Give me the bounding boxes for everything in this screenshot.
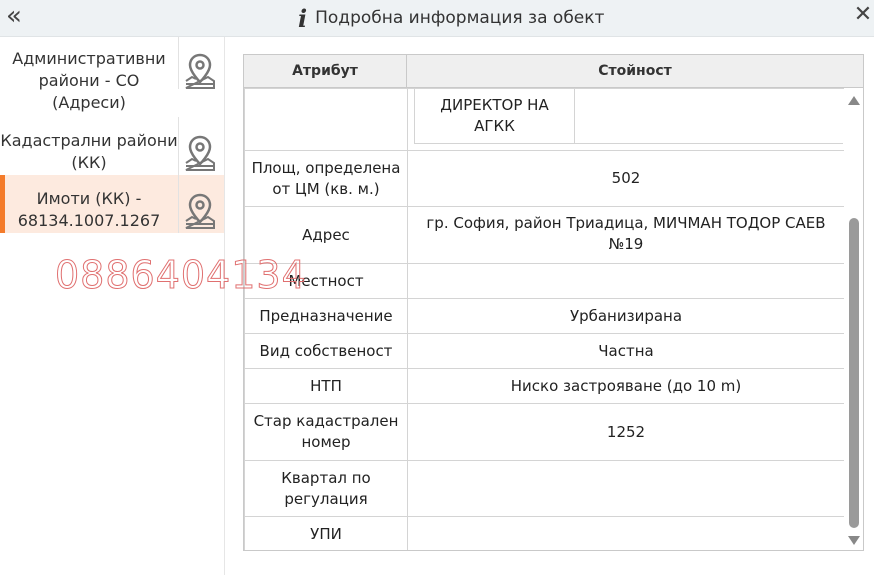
attribute-cell: НТП: [244, 368, 408, 404]
value-cell: гр. София, район Триадица, МИЧМАН ТОДОР …: [407, 206, 844, 264]
sidebar-item-cadastral-districts[interactable]: Кадастрални райони (КК): [0, 117, 224, 175]
sidebar-item-label: Имоти (КК) - 68134.1007.1267: [17, 189, 161, 230]
scrollbar-thumb[interactable]: [849, 218, 859, 528]
attribute-cell: Вид собственост: [244, 333, 408, 369]
map-pin-icon[interactable]: [182, 191, 218, 231]
value-cell: Урбанизирана: [407, 298, 844, 334]
column-header-value: Стойност: [598, 63, 672, 79]
nested-table: ДИРЕКТОР НА АГКК: [414, 89, 843, 144]
close-panel-button[interactable]: ✕: [852, 4, 874, 26]
table-row: Вид собственост Частна: [244, 333, 844, 369]
table-row: ДИРЕКТОР НА АГКК: [244, 88, 844, 151]
attribute-cell: Квартал по регулация: [244, 460, 408, 517]
info-icon: i: [298, 3, 308, 33]
map-pin-icon[interactable]: [182, 133, 218, 173]
panel-title: Подробна информация за обект: [315, 8, 605, 28]
value-cell: [407, 516, 844, 550]
divider: [178, 37, 179, 89]
header-title-wrap: i Подробна информация за обект: [298, 3, 605, 33]
value-cell: [407, 263, 844, 299]
sidebar-item-admin-districts[interactable]: Административни райони - СО (Адреси): [0, 37, 224, 121]
attribute-cell: [244, 88, 408, 151]
table-scroll-area[interactable]: ДИРЕКТОР НА АГКК Площ, определена от ЦМ …: [244, 88, 844, 550]
table-row: НТП Ниско застрояване (до 10 m): [244, 368, 844, 404]
layer-sidebar: Административни райони - СО (Адреси) Кад…: [0, 37, 225, 575]
value-cell: ДИРЕКТОР НА АГКК: [407, 88, 844, 151]
table-row: Адрес гр. София, район Триадица, МИЧМАН …: [244, 206, 844, 264]
vertical-scrollbar[interactable]: [847, 88, 861, 550]
nested-empty-cell: [574, 89, 843, 144]
divider: [178, 175, 179, 233]
table-row: Местност: [244, 263, 844, 299]
table-row: Площ, определена от ЦМ (кв. м.) 502: [244, 150, 844, 207]
value-cell: Частна: [407, 333, 844, 369]
attribute-table: ДИРЕКТОР НА АГКК Площ, определена от ЦМ …: [244, 88, 844, 550]
attribute-cell: Предназначение: [244, 298, 408, 334]
phone-watermark: 0886404134: [55, 253, 307, 298]
attribute-cell: Стар кадастрален номер: [244, 403, 408, 461]
table-header: Атрибут Стойност: [244, 55, 863, 88]
attribute-cell: Площ, определена от ЦМ (кв. м.): [244, 150, 408, 207]
collapse-panel-button[interactable]: «: [6, 3, 22, 29]
table-row: Квартал по регулация: [244, 460, 844, 517]
table-row: УПИ: [244, 516, 844, 550]
value-cell: 502: [407, 150, 844, 207]
attribute-cell: УПИ: [244, 516, 408, 550]
scroll-down-arrow-icon[interactable]: [848, 536, 860, 545]
column-header-attribute: Атрибут: [244, 55, 407, 87]
sidebar-item-label: Административни райони - СО (Адреси): [12, 49, 166, 112]
map-pin-icon[interactable]: [182, 51, 218, 91]
table-row: Предназначение Урбанизирана: [244, 298, 844, 334]
table-row: Стар кадастрален номер 1252: [244, 403, 844, 461]
value-cell: Ниско застрояване (до 10 m): [407, 368, 844, 404]
sidebar-item-properties[interactable]: Имоти (КК) - 68134.1007.1267: [0, 175, 224, 233]
value-cell: 1252: [407, 403, 844, 461]
scroll-up-arrow-icon[interactable]: [848, 96, 860, 105]
attribute-panel: Атрибут Стойност ДИРЕКТОР НА АГКК Площ, …: [243, 54, 864, 551]
sidebar-item-label: Кадастрални райони (КК): [0, 131, 178, 172]
value-cell: [407, 460, 844, 517]
divider: [178, 117, 179, 175]
panel-header: « i Подробна информация за обект ✕: [0, 0, 874, 37]
nested-value-cell: ДИРЕКТОР НА АГКК: [414, 89, 575, 144]
